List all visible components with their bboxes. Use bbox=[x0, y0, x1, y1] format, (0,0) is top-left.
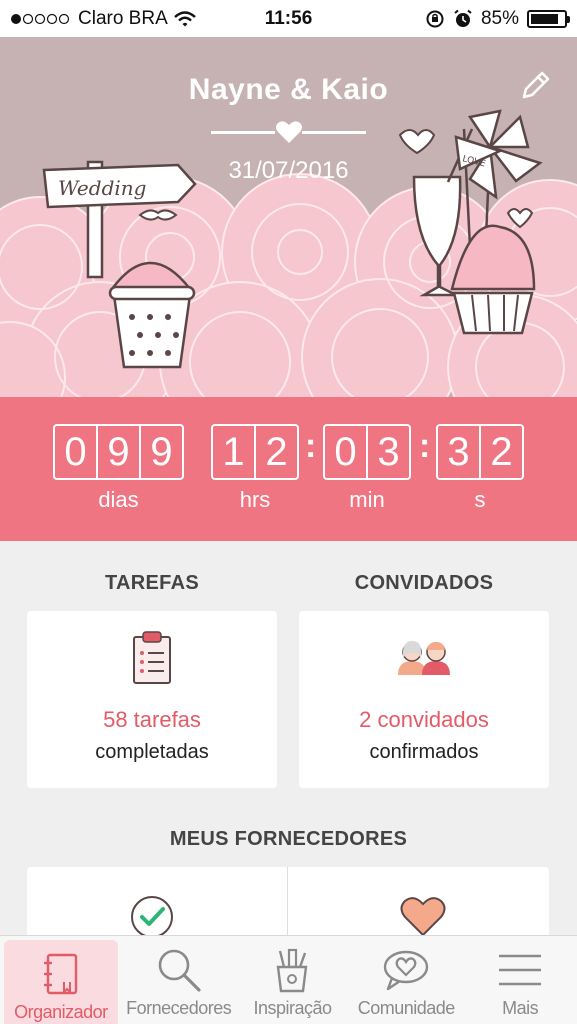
minutes-box: 0 3 bbox=[323, 424, 411, 480]
tab-fornecedores[interactable]: Fornecedores bbox=[122, 936, 236, 1024]
days-digit: 9 bbox=[98, 426, 141, 478]
tasks-card[interactable]: 58 tarefas completadas bbox=[27, 611, 277, 788]
guests-title: CONVIDADOS bbox=[354, 572, 494, 594]
tab-inspiracao[interactable]: Inspiração bbox=[236, 936, 350, 1024]
tasks-title: TAREFAS bbox=[105, 572, 199, 594]
time-separator: : bbox=[305, 427, 317, 465]
clipboard-icon bbox=[133, 631, 171, 684]
edit-pencil-icon[interactable] bbox=[518, 69, 552, 103]
heart-icon bbox=[400, 897, 446, 937]
days-digit: 9 bbox=[150, 430, 173, 474]
wedding-date: 31/07/2016 bbox=[228, 157, 349, 184]
couple-name: Nayne & Kaio bbox=[188, 73, 389, 106]
wedding-header: Wedding LOVE Nayne & Kaio 31/07/2016 bbox=[0, 37, 577, 397]
hours-digit: 2 bbox=[265, 430, 288, 474]
tab-mais[interactable]: Mais bbox=[463, 936, 577, 1024]
tab-label: Organizador bbox=[14, 1002, 108, 1022]
tab-label: Comunidade bbox=[357, 998, 456, 1018]
wifi-icon bbox=[173, 10, 196, 26]
minutes-label: min bbox=[349, 487, 385, 512]
battery-icon bbox=[527, 9, 570, 28]
guests-count: 2 convidados bbox=[359, 707, 489, 732]
signal-icon bbox=[11, 13, 70, 24]
countdown-panel: 0 9 9 1 2 : 0 3 : 3 2 dias hrs min s bbox=[0, 397, 577, 541]
tasks-subtitle: completadas bbox=[95, 741, 209, 763]
guests-card[interactable]: 2 convidados confirmados bbox=[299, 611, 549, 788]
time-separator: : bbox=[419, 427, 431, 465]
tab-label: Inspiração bbox=[253, 998, 332, 1018]
days-digit: 0 bbox=[55, 426, 98, 478]
notebook-icon bbox=[43, 953, 78, 995]
hours-label: hrs bbox=[239, 487, 271, 512]
seconds-digit: 2 bbox=[490, 430, 513, 474]
hours-box: 1 2 bbox=[211, 424, 299, 480]
search-icon bbox=[158, 949, 201, 992]
days-label: dias bbox=[98, 487, 139, 512]
tab-label: Fornecedores bbox=[126, 998, 232, 1018]
couple-icon bbox=[398, 641, 450, 675]
days-box: 0 9 9 bbox=[53, 424, 184, 480]
tab-label: Mais bbox=[502, 998, 539, 1018]
minutes-digit: 3 bbox=[377, 430, 400, 474]
checkmark-icon bbox=[131, 896, 173, 938]
tab-organizador[interactable]: Organizador bbox=[4, 940, 118, 1024]
seconds-box: 3 2 bbox=[436, 424, 524, 480]
menu-icon bbox=[499, 954, 542, 986]
divider-right bbox=[302, 131, 366, 134]
guests-subtitle: confirmados bbox=[369, 741, 479, 763]
tab-comunidade[interactable]: Comunidade bbox=[349, 936, 463, 1024]
orientation-lock-icon bbox=[426, 10, 444, 27]
pencil-cup-icon bbox=[277, 948, 308, 993]
divider-left bbox=[211, 131, 275, 134]
tab-bar: Organizador Fornecedores Inspiração Comu… bbox=[0, 935, 577, 1024]
heart-icon bbox=[276, 121, 302, 143]
vendors-title: MEUS FORNECEDORES bbox=[169, 828, 408, 850]
tasks-count: 58 tarefas bbox=[103, 707, 201, 732]
status-right: 85% bbox=[425, 7, 570, 30]
seconds-label: s bbox=[474, 487, 486, 512]
minutes-digit: 0 bbox=[325, 426, 368, 478]
carrier-name: Claro BRA bbox=[78, 7, 168, 29]
status-bar: Claro BRA 11:56 85% bbox=[0, 0, 577, 37]
seconds-digit: 3 bbox=[438, 426, 481, 478]
battery-percent: 85% bbox=[480, 7, 519, 29]
chat-heart-icon bbox=[384, 950, 429, 991]
status-left: Claro BRA bbox=[10, 8, 196, 30]
alarm-icon bbox=[454, 9, 472, 27]
hours-digit: 1 bbox=[213, 426, 256, 478]
